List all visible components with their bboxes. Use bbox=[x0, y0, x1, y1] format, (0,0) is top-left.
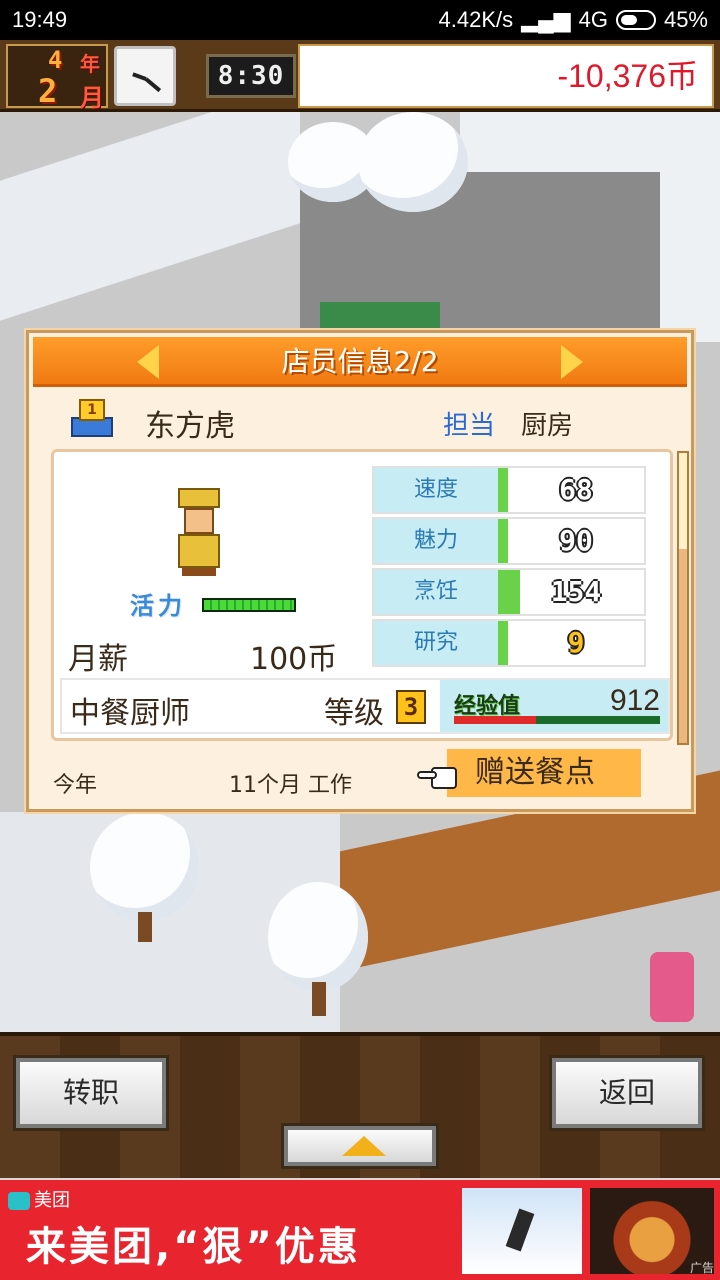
duty-label: 担当 bbox=[443, 411, 496, 441]
staff-details-panel: 活力 月薪 100币 速度 68 魅力 90 烹饪 154 研究 9 中餐厨师 … bbox=[51, 449, 673, 741]
top-hud: 4 年 2 月 8:30 -10,376币 bbox=[0, 40, 720, 112]
battery-icon bbox=[615, 10, 656, 30]
pointing-hand-icon bbox=[417, 763, 467, 793]
signal-icon: ▂▄▆ bbox=[521, 7, 571, 32]
staff-info-dialog: 店员信息2/2 1 东方虎 担当 厨房 活力 月薪 100币 速度 68 魅力 … bbox=[26, 330, 694, 812]
vitality-bar bbox=[202, 598, 296, 612]
customer-sprite bbox=[650, 952, 694, 1022]
calendar-date: 4 年 2 月 bbox=[6, 44, 108, 112]
status-time: 19:49 bbox=[12, 7, 68, 32]
ad-image-skier bbox=[462, 1188, 582, 1274]
snow-tree bbox=[90, 812, 200, 922]
snow-roof bbox=[0, 112, 300, 321]
vitality-label: 活力 bbox=[130, 592, 186, 620]
level-badge: 3 bbox=[396, 690, 426, 724]
battery-percent: 45% bbox=[663, 7, 708, 32]
network-speed: 4.42K/s bbox=[438, 7, 514, 32]
meituan-logo-icon bbox=[8, 1192, 30, 1210]
staff-name: 东方虎 bbox=[145, 409, 235, 444]
stat-value: 90 bbox=[559, 524, 593, 557]
ad-brand-name: 美团 bbox=[34, 1190, 70, 1211]
year-number: 4 bbox=[48, 46, 63, 74]
gift-meal-button[interactable]: 赠送餐点 bbox=[447, 749, 641, 797]
expand-up-button[interactable] bbox=[284, 1126, 436, 1166]
salary-value: 100币 bbox=[250, 642, 338, 677]
stat-row-charm: 魅力 90 bbox=[372, 517, 646, 565]
analog-clock-icon bbox=[114, 46, 176, 106]
exp-value: 912 bbox=[609, 684, 660, 717]
ad-brand: 美团 bbox=[8, 1186, 70, 1212]
stat-row-cooking: 烹饪 154 bbox=[372, 568, 646, 616]
ad-banner[interactable]: 美团 来美团,“狠”优惠 广告 bbox=[0, 1180, 720, 1280]
bottom-bar: 转职 返回 bbox=[0, 1032, 720, 1178]
status-right: 4.42K/s ▂▄▆ 4G 45% bbox=[439, 7, 708, 33]
duty-value: 厨房 bbox=[521, 411, 574, 441]
stat-name: 研究 bbox=[374, 621, 498, 665]
snow-tree bbox=[268, 882, 368, 992]
stat-row-research: 研究 9 bbox=[372, 619, 646, 667]
stat-value: 9 bbox=[567, 626, 585, 659]
next-arrow-icon[interactable] bbox=[561, 345, 583, 379]
stat-value: 68 bbox=[559, 473, 593, 506]
stat-name: 速度 bbox=[374, 468, 498, 512]
year-unit: 年 bbox=[80, 52, 100, 76]
tenure-year-label: 今年 bbox=[53, 773, 98, 798]
month-unit: 月 bbox=[80, 84, 104, 112]
stat-bar bbox=[498, 468, 508, 512]
network-type: 4G bbox=[578, 7, 608, 32]
tenure-months: 11个月 工作 bbox=[229, 773, 352, 798]
back-button[interactable]: 返回 bbox=[552, 1058, 702, 1128]
chef-avatar bbox=[174, 488, 224, 578]
stat-bar bbox=[498, 621, 508, 665]
exp-fill bbox=[454, 716, 537, 724]
stat-bar bbox=[498, 519, 508, 563]
status-bar: 19:49 4.42K/s ▂▄▆ 4G 45% bbox=[0, 0, 720, 40]
stat-name: 魅力 bbox=[374, 519, 498, 563]
exp-bar bbox=[454, 716, 660, 724]
scrollbar[interactable] bbox=[677, 451, 689, 745]
stat-value: 154 bbox=[550, 575, 602, 608]
kitchen-mat bbox=[320, 302, 440, 332]
dialog-title: 店员信息2/2 bbox=[281, 345, 439, 378]
ad-tag: 广告 bbox=[689, 1261, 714, 1275]
snow-tree bbox=[358, 112, 468, 212]
stat-row-speed: 速度 68 bbox=[372, 466, 646, 514]
rank-crown-icon: 1 bbox=[69, 395, 115, 441]
level-label: 等级 bbox=[324, 696, 384, 731]
money-display: -10,376币 bbox=[298, 44, 714, 108]
digital-clock: 8:30 bbox=[206, 54, 296, 98]
tree-trunk bbox=[138, 912, 152, 942]
dialog-header: 店员信息2/2 bbox=[33, 337, 687, 387]
month-number: 2 bbox=[38, 72, 58, 110]
up-arrow-icon bbox=[342, 1136, 386, 1156]
rank-number: 1 bbox=[79, 399, 105, 421]
tree-trunk bbox=[312, 982, 326, 1016]
transfer-job-button[interactable]: 转职 bbox=[16, 1058, 166, 1128]
scrollbar-thumb[interactable] bbox=[679, 453, 687, 549]
salary-label: 月薪 bbox=[68, 642, 128, 677]
experience-box: 经验值 912 bbox=[440, 680, 668, 732]
job-title: 中餐厨师 bbox=[70, 696, 190, 731]
vitality-fill bbox=[204, 600, 294, 610]
job-row: 中餐厨师 等级 3 经验值 912 bbox=[60, 678, 670, 734]
ad-slogan: 来美团,“狠”优惠 bbox=[26, 1224, 361, 1270]
stats-table: 速度 68 魅力 90 烹饪 154 研究 9 bbox=[372, 466, 646, 670]
stat-name: 烹饪 bbox=[374, 570, 498, 614]
